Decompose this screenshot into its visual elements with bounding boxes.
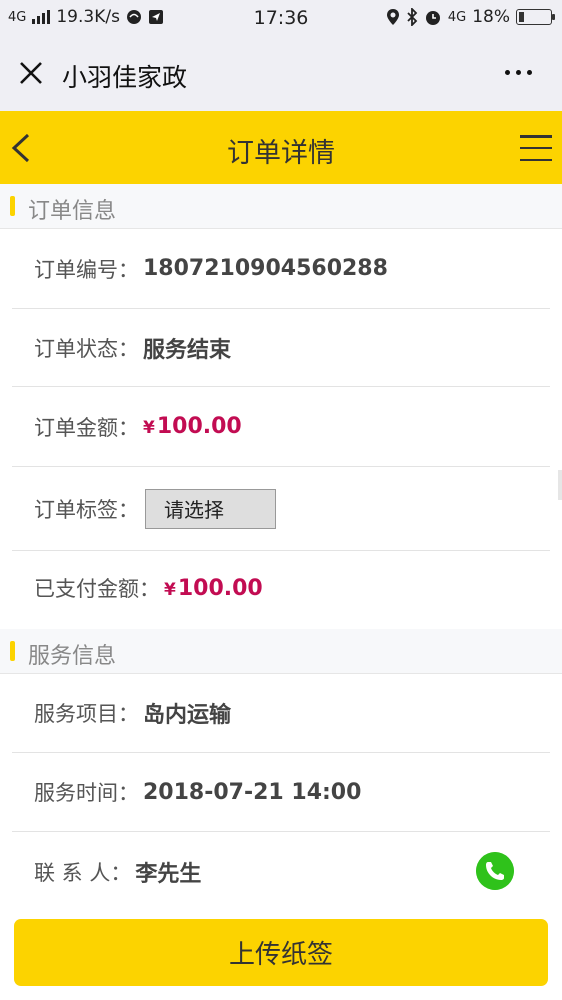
paid-amount-value: ¥100.00 xyxy=(164,576,263,601)
status-right: 4G 18% xyxy=(386,7,555,27)
phone-call-icon[interactable] xyxy=(476,852,514,890)
order-amount-row: 订单金额： ¥100.00 xyxy=(12,387,550,467)
status-bar: 4G 19.3K/s 17:36 4G 18% xyxy=(0,0,562,36)
service-item-row: 服务项目： 岛内运输 xyxy=(12,674,550,753)
service-section-header: 服务信息 xyxy=(0,629,562,674)
close-icon[interactable] xyxy=(18,60,44,86)
contact-row: 联 系 人： 李先生 xyxy=(12,832,550,912)
order-status-row: 订单状态： 服务结束 xyxy=(12,309,550,387)
order-tag-row: 订单标签： 请选择 xyxy=(12,467,550,551)
service-time-label: 服务时间： xyxy=(34,781,139,805)
order-tag-select[interactable]: 请选择 xyxy=(145,488,276,529)
network-type-right: 4G xyxy=(447,9,467,25)
order-tag-label: 订单标签： xyxy=(34,497,139,522)
order-amount-number: 100.00 xyxy=(156,414,242,439)
order-number-value: 1807210904560288 xyxy=(143,256,388,281)
order-status-label: 订单状态： xyxy=(34,336,139,361)
currency-symbol: ¥ xyxy=(164,579,176,600)
menu-icon[interactable] xyxy=(520,135,552,161)
order-number-row: 订单编号： 1807210904560288 xyxy=(12,229,550,309)
location-icon xyxy=(386,9,399,25)
order-amount-label: 订单金额： xyxy=(34,415,139,440)
service-item-label: 服务项目： xyxy=(34,702,139,726)
order-section-header: 订单信息 xyxy=(0,184,562,229)
currency-symbol: ¥ xyxy=(143,418,155,438)
order-amount-value: ¥100.00 xyxy=(143,414,242,439)
section-accent-bar xyxy=(10,641,15,661)
service-section-title: 服务信息 xyxy=(28,644,117,669)
alarm-icon xyxy=(425,11,440,25)
service-item-value: 岛内运输 xyxy=(143,703,232,728)
contact-value: 李先生 xyxy=(135,862,202,887)
battery-percent: 18% xyxy=(472,7,510,27)
paid-amount-label: 已支付金额： xyxy=(34,577,160,601)
scroll-indicator xyxy=(558,470,562,500)
upload-paper-sign-button[interactable]: 上传纸签 xyxy=(14,919,548,986)
wechat-page-title: 小羽佳家政 xyxy=(62,63,188,92)
more-options-icon[interactable] xyxy=(505,70,532,75)
battery-level xyxy=(519,12,524,22)
order-status-value: 服务结束 xyxy=(143,337,232,363)
paid-amount-number: 100.00 xyxy=(177,575,263,601)
section-accent-bar xyxy=(10,196,15,216)
paid-amount-row: 已支付金额： ¥100.00 xyxy=(12,551,550,625)
wechat-title-bar: 小羽佳家政 xyxy=(0,36,562,111)
battery-icon xyxy=(516,9,555,25)
order-number-label: 订单编号： xyxy=(34,257,139,282)
service-time-value: 2018-07-21 14:00 xyxy=(143,779,362,805)
order-section-title: 订单信息 xyxy=(28,199,117,224)
service-time-row: 服务时间： 2018-07-21 14:00 xyxy=(12,753,550,832)
bluetooth-icon xyxy=(407,8,418,26)
contact-label: 联 系 人： xyxy=(34,861,132,885)
page-header: 订单详情 xyxy=(0,111,562,184)
page-title: 订单详情 xyxy=(227,138,335,169)
